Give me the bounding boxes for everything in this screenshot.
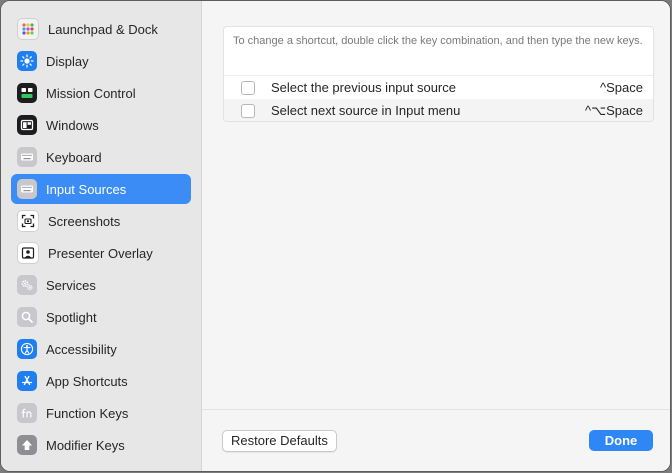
sidebar-item-display[interactable]: Display bbox=[11, 46, 191, 76]
sidebar-item-label: Function Keys bbox=[46, 405, 129, 421]
presenter-overlay-icon bbox=[17, 242, 39, 264]
shortcut-row-previous-input-source[interactable]: Select the previous input source ^Space bbox=[224, 75, 653, 99]
sidebar-item-label: App Shortcuts bbox=[46, 373, 128, 389]
display-brightness-icon bbox=[17, 51, 37, 71]
shortcut-checkbox[interactable] bbox=[241, 80, 255, 95]
shortcut-key-combination[interactable]: ^⌥Space bbox=[585, 103, 643, 119]
services-gears-icon bbox=[17, 275, 37, 295]
modifier-arrow-icon bbox=[17, 435, 37, 455]
shortcut-label: Select the previous input source bbox=[271, 80, 456, 95]
sidebar-item-app-shortcuts[interactable]: App Shortcuts bbox=[11, 366, 191, 396]
sidebar-item-presenter-overlay[interactable]: Presenter Overlay bbox=[11, 238, 191, 268]
sidebar-item-function-keys[interactable]: Function Keys bbox=[11, 398, 191, 428]
screenshot-icon bbox=[17, 210, 39, 232]
sidebar-item-mission-control[interactable]: Mission Control bbox=[11, 78, 191, 108]
shortcut-checkbox[interactable] bbox=[241, 103, 255, 118]
sidebar: Launchpad & Dock Display Mission Control… bbox=[1, 1, 202, 471]
restore-defaults-button[interactable]: Restore Defaults bbox=[222, 430, 337, 452]
sidebar-item-launchpad-dock[interactable]: Launchpad & Dock bbox=[11, 14, 191, 44]
sidebar-item-screenshots[interactable]: Screenshots bbox=[11, 206, 191, 236]
footer-divider bbox=[202, 409, 670, 410]
spotlight-magnifier-icon bbox=[17, 307, 37, 327]
sidebar-item-label: Presenter Overlay bbox=[48, 245, 153, 261]
mission-control-icon bbox=[17, 83, 37, 103]
sidebar-item-accessibility[interactable]: Accessibility bbox=[11, 334, 191, 364]
shortcut-row-next-source[interactable]: Select next source in Input menu ^⌥Space bbox=[224, 99, 653, 121]
sidebar-item-label: Services bbox=[46, 277, 96, 293]
shortcut-label: Select next source in Input menu bbox=[271, 103, 461, 118]
sidebar-item-label: Launchpad & Dock bbox=[48, 21, 158, 37]
sidebar-item-windows[interactable]: Windows bbox=[11, 110, 191, 140]
shortcut-hint-text: To change a shortcut, double click the k… bbox=[233, 35, 643, 47]
sidebar-item-input-sources[interactable]: Input Sources bbox=[11, 174, 191, 204]
sidebar-item-services[interactable]: Services bbox=[11, 270, 191, 300]
sidebar-item-label: Windows bbox=[46, 117, 99, 133]
sidebar-item-label: Mission Control bbox=[46, 85, 136, 101]
accessibility-icon bbox=[17, 339, 37, 359]
sidebar-item-label: Screenshots bbox=[48, 213, 121, 229]
sidebar-item-keyboard[interactable]: Keyboard bbox=[11, 142, 191, 172]
windows-icon bbox=[17, 115, 37, 135]
keyboard-shortcuts-sheet: Launchpad & Dock Display Mission Control… bbox=[1, 1, 670, 471]
done-button[interactable]: Done bbox=[589, 430, 653, 451]
app-store-icon bbox=[17, 371, 37, 391]
sidebar-item-label: Display bbox=[46, 53, 89, 69]
shortcuts-list: To change a shortcut, double click the k… bbox=[223, 26, 654, 122]
main-panel: To change a shortcut, double click the k… bbox=[202, 1, 670, 471]
sidebar-item-label: Spotlight bbox=[46, 309, 97, 325]
sidebar-item-label: Input Sources bbox=[46, 181, 127, 197]
sidebar-item-spotlight[interactable]: Spotlight bbox=[11, 302, 191, 332]
sidebar-item-label: Modifier Keys bbox=[46, 437, 125, 453]
keyboard-icon bbox=[17, 147, 37, 167]
input-sources-icon bbox=[17, 179, 37, 199]
sidebar-item-modifier-keys[interactable]: Modifier Keys bbox=[11, 430, 191, 460]
shortcut-key-combination[interactable]: ^Space bbox=[600, 80, 643, 95]
sidebar-item-label: Accessibility bbox=[46, 341, 117, 357]
sidebar-item-label: Keyboard bbox=[46, 149, 102, 165]
launchpad-icon bbox=[17, 18, 39, 40]
fn-key-icon bbox=[17, 403, 37, 423]
